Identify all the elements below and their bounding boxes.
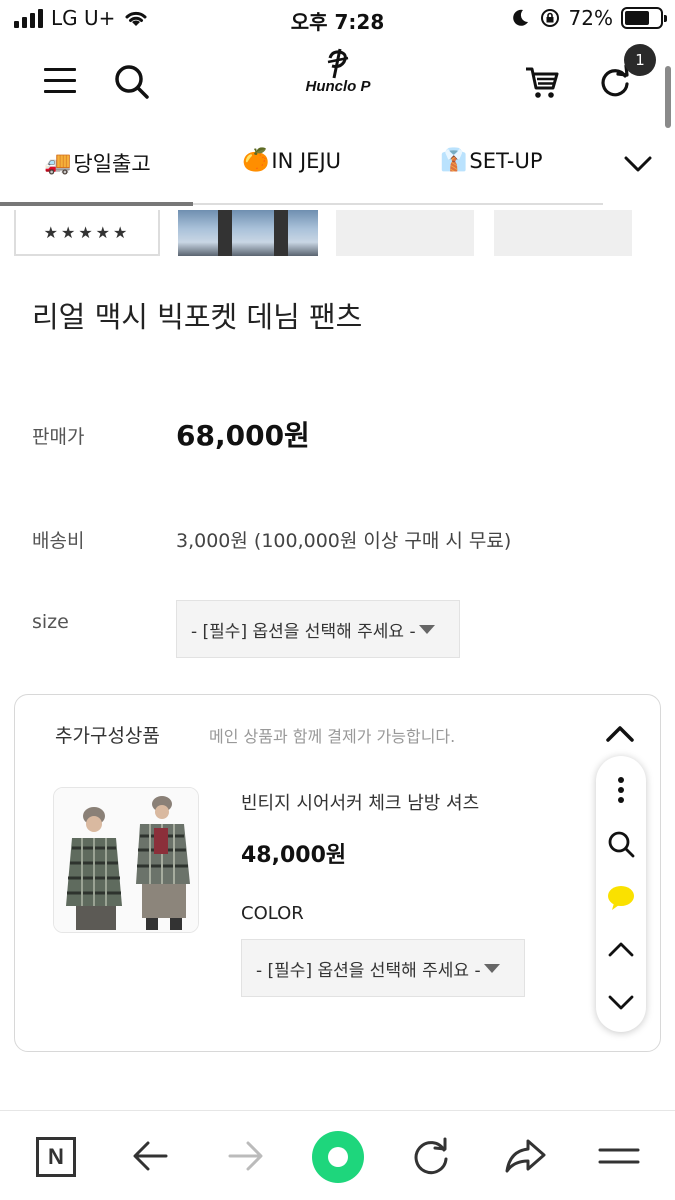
addon-product-name[interactable]: 빈티지 시어서커 체크 남방 셔츠 — [241, 789, 479, 815]
category-tab-in-jeju[interactable]: 🍊 IN JEJU — [242, 148, 341, 173]
status-bar: LG U+ 오후 7:28 72% — [0, 0, 675, 38]
addon-title: 추가구성상품 — [55, 725, 160, 747]
addon-subtitle: 메인 상품과 함께 결제가 가능합니다. — [209, 727, 456, 746]
product-price: 68,000원 — [176, 419, 310, 452]
thumbnail-photo[interactable] — [178, 210, 318, 256]
search-icon[interactable] — [605, 828, 637, 860]
price-label: 판매가 — [32, 426, 85, 448]
category-label: 당일출고 — [73, 152, 151, 176]
battery-fill — [625, 11, 649, 25]
site-header: Hunclo P 1 — [0, 38, 662, 126]
logo-mark-icon — [327, 48, 349, 79]
battery-percent: 72% — [568, 6, 613, 30]
logo-text: Hunclo P — [305, 78, 371, 95]
addon-color-label: COLOR — [241, 903, 304, 924]
back-arrow-icon[interactable] — [128, 1133, 174, 1179]
green-home-icon[interactable] — [312, 1131, 364, 1183]
more-icon[interactable] — [605, 774, 637, 806]
tab-track — [193, 203, 603, 205]
kakao-chat-icon[interactable] — [605, 882, 637, 914]
cart-count-badge: 1 — [624, 44, 656, 76]
rating-stars: ★★★★★ — [43, 222, 131, 242]
category-label: SET-UP — [469, 148, 543, 173]
size-select[interactable]: - [필수] 옵션을 선택해 주세요 - — [176, 600, 460, 658]
chevron-down-icon[interactable] — [622, 150, 654, 178]
truck-icon: 🚚 — [44, 150, 72, 176]
shipping-fee: 3,000원 (100,000원 이상 구매 시 무료) — [176, 530, 512, 552]
color-select-value: - [필수] 옵션을 선택해 주세요 - — [256, 960, 481, 981]
dropdown-caret-icon — [418, 624, 435, 634]
active-tab-indicator — [0, 202, 193, 206]
reload-icon[interactable] — [408, 1133, 454, 1179]
addon-product-image[interactable] — [53, 787, 199, 933]
page-scrollbar[interactable] — [665, 66, 671, 128]
thumbnail-rating[interactable]: ★★★★★ — [14, 210, 160, 256]
rotation-lock-icon — [540, 9, 559, 27]
floating-quick-panel — [596, 756, 646, 1032]
menu-icon[interactable] — [596, 1133, 642, 1179]
addon-color-select[interactable]: - [필수] 옵션을 선택해 주세요 - — [241, 939, 525, 997]
product-title: 리얼 맥시 빅포켓 데님 팬츠 — [32, 300, 363, 334]
category-nav: 🚚 당일출고 🍊 IN JEJU 👔 SET-UP — [0, 126, 662, 206]
battery-icon — [621, 7, 667, 29]
chevron-up-icon[interactable] — [605, 934, 637, 966]
status-right: 72% — [509, 6, 667, 30]
category-tab-set-up[interactable]: 👔 SET-UP — [440, 148, 543, 173]
naver-icon[interactable]: N — [36, 1137, 76, 1177]
shirt-tie-icon: 👔 — [440, 148, 468, 173]
browser-bottom-bar: N — [0, 1110, 675, 1200]
menu-icon[interactable] — [44, 68, 76, 94]
cart-icon[interactable] — [524, 64, 560, 100]
tangerine-icon: 🍊 — [242, 148, 270, 173]
size-select-value: - [필수] 옵션을 선택해 주세요 - — [191, 621, 416, 642]
search-icon[interactable] — [112, 62, 152, 102]
share-icon[interactable] — [502, 1133, 548, 1179]
chevron-up-icon[interactable] — [603, 721, 637, 745]
thumbnail-placeholder[interactable] — [494, 210, 632, 256]
dropdown-caret-icon — [483, 963, 500, 973]
forward-arrow-icon[interactable] — [222, 1133, 268, 1179]
size-label: size — [32, 611, 69, 633]
addon-product-price: 48,000원 — [241, 843, 347, 868]
category-tab-same-day[interactable]: 🚚 당일출고 — [44, 148, 151, 178]
addon-products-section: 추가구성상품 메인 상품과 함께 결제가 가능합니다. 빈티지 시어서커 체크 … — [14, 694, 661, 1052]
moon-icon — [512, 9, 528, 26]
thumbnail-placeholder[interactable] — [336, 210, 474, 256]
chevron-down-icon[interactable] — [605, 986, 637, 1018]
site-logo[interactable]: Hunclo P — [296, 48, 380, 104]
category-label: IN JEJU — [271, 148, 342, 173]
shipping-label: 배송비 — [32, 530, 85, 552]
addon-photo-drawing — [54, 788, 198, 932]
